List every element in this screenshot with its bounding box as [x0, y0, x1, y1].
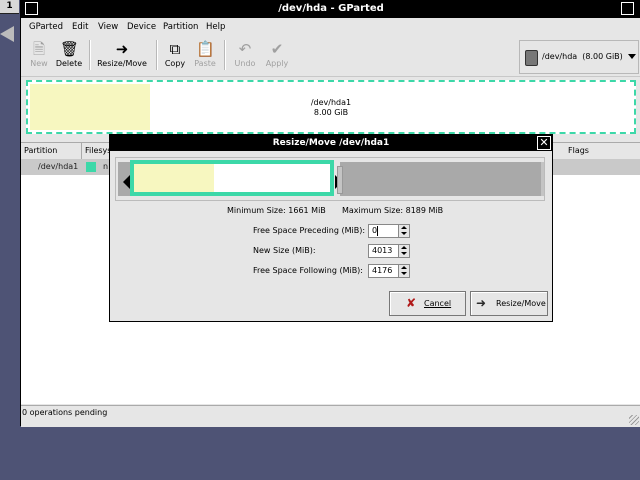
spin-buttons[interactable] — [398, 265, 409, 277]
max-size-marker — [337, 166, 343, 194]
menu-edit[interactable]: Edit — [72, 18, 88, 36]
free-space-following-label: Free Space Following (MiB): — [253, 266, 363, 275]
filesystem-color-swatch — [86, 162, 96, 172]
column-partition[interactable]: Partition — [21, 143, 82, 159]
resize-move-button[interactable]: ➜ Resize/Move — [95, 38, 149, 74]
device-selector[interactable]: /dev/hda (8.00 GiB) — [519, 40, 639, 74]
cancel-icon: ✘ — [406, 296, 417, 310]
maximum-size-label: Maximum Size: 8189 MiB — [342, 206, 444, 215]
checkmark-icon: ✔ — [270, 40, 284, 58]
window-maximize-button[interactable] — [621, 2, 634, 15]
menu-device[interactable]: Device — [127, 18, 156, 36]
pager-arrow-icon — [0, 26, 14, 42]
track-end — [541, 162, 544, 196]
cancel-button[interactable]: ✘ Cancel — [389, 291, 466, 316]
status-bar: 0 operations pending — [21, 405, 640, 427]
new-size-value: 4013 — [372, 246, 393, 255]
desktop-pager[interactable]: 1 — [0, 0, 19, 42]
used-space-block — [134, 164, 214, 192]
spin-buttons[interactable] — [398, 225, 409, 237]
row-partition: /dev/hda1 — [38, 162, 79, 171]
status-text: 0 operations pending — [22, 408, 108, 417]
workspace-number[interactable]: 1 — [0, 0, 19, 14]
menu-bar: GParted Edit View Device Partition Help — [21, 18, 640, 36]
copy-button[interactable]: ⧉ Copy — [161, 38, 189, 74]
paste-icon: 📋 — [196, 40, 215, 58]
dialog-titlebar[interactable]: Resize/Move /dev/hda1 ✕ — [110, 135, 552, 151]
new-button[interactable]: 🗎 New — [25, 38, 53, 74]
free-space-following-input[interactable]: 4176 — [368, 264, 410, 278]
close-icon[interactable]: ✕ — [537, 136, 551, 150]
resize-grip-icon[interactable] — [629, 415, 639, 425]
delete-button[interactable]: 🗑 Delete — [54, 38, 84, 74]
toolbar-separator — [224, 40, 226, 70]
spin-down-icon[interactable] — [401, 272, 407, 275]
disk-map[interactable]: /dev/hda1 8.00 GiB — [26, 80, 636, 134]
toolbar: 🗎 New 🗑 Delete ➜ Resize/Move ⧉ Copy 📋 Pa… — [21, 36, 640, 77]
resize-move-icon: ➜ — [115, 40, 129, 58]
spin-up-icon[interactable] — [401, 266, 407, 269]
menu-help[interactable]: Help — [206, 18, 225, 36]
new-size-label: New Size (MiB): — [253, 246, 316, 255]
undo-button[interactable]: ↶ Undo — [230, 38, 260, 74]
spin-down-icon[interactable] — [401, 252, 407, 255]
toolbar-separator — [89, 40, 91, 70]
free-space-preceding-input[interactable]: 0 — [368, 224, 410, 238]
spin-up-icon[interactable] — [401, 246, 407, 249]
undo-icon: ↶ — [238, 40, 252, 58]
chevron-down-icon — [628, 54, 636, 59]
menu-partition[interactable]: Partition — [163, 18, 198, 36]
resize-move-dialog: Resize/Move /dev/hda1 ✕ Minimum Size: 16… — [109, 134, 553, 322]
free-space-preceding-value: 0 — [372, 225, 379, 236]
disk-map-label: /dev/hda1 8.00 GiB — [310, 98, 352, 117]
spin-down-icon[interactable] — [401, 232, 407, 235]
menu-view[interactable]: View — [98, 18, 118, 36]
dialog-title: Resize/Move /dev/hda1 — [272, 138, 390, 148]
copy-icon: ⧉ — [169, 40, 181, 58]
new-file-icon: 🗎 — [32, 40, 46, 58]
column-flags[interactable]: Flags — [565, 143, 640, 159]
toolbar-separator — [156, 40, 158, 70]
menu-gparted[interactable]: GParted — [29, 18, 63, 36]
minimum-size-label: Minimum Size: 1661 MiB — [227, 206, 326, 215]
window-titlebar[interactable]: /dev/hda - GParted — [21, 0, 640, 18]
spin-up-icon[interactable] — [401, 226, 407, 229]
new-size-input[interactable]: 4013 — [368, 244, 410, 258]
column-filesystem[interactable]: Filesys — [82, 143, 112, 159]
resize-move-icon: ➜ — [476, 296, 487, 310]
left-resize-handle[interactable] — [123, 175, 130, 189]
harddisk-icon — [525, 50, 538, 66]
row-filesystem: n — [103, 162, 109, 171]
partition-block[interactable] — [130, 160, 334, 196]
free-space-following-value: 4176 — [372, 266, 393, 275]
trash-icon: 🗑 — [60, 40, 80, 58]
spin-buttons[interactable] — [398, 245, 409, 257]
paste-button[interactable]: 📋 Paste — [191, 38, 219, 74]
device-selector-label: /dev/hda (8.00 GiB) — [542, 52, 623, 61]
free-space-after — [340, 162, 541, 196]
window-title: /dev/hda - GParted — [278, 3, 384, 14]
free-space-preceding-label: Free Space Preceding (MiB): — [253, 226, 366, 235]
resize-visualizer[interactable] — [115, 157, 545, 201]
apply-button[interactable]: ✔ Apply — [262, 38, 292, 74]
resize-move-confirm-button[interactable]: ➜ Resize/Move — [470, 291, 548, 316]
